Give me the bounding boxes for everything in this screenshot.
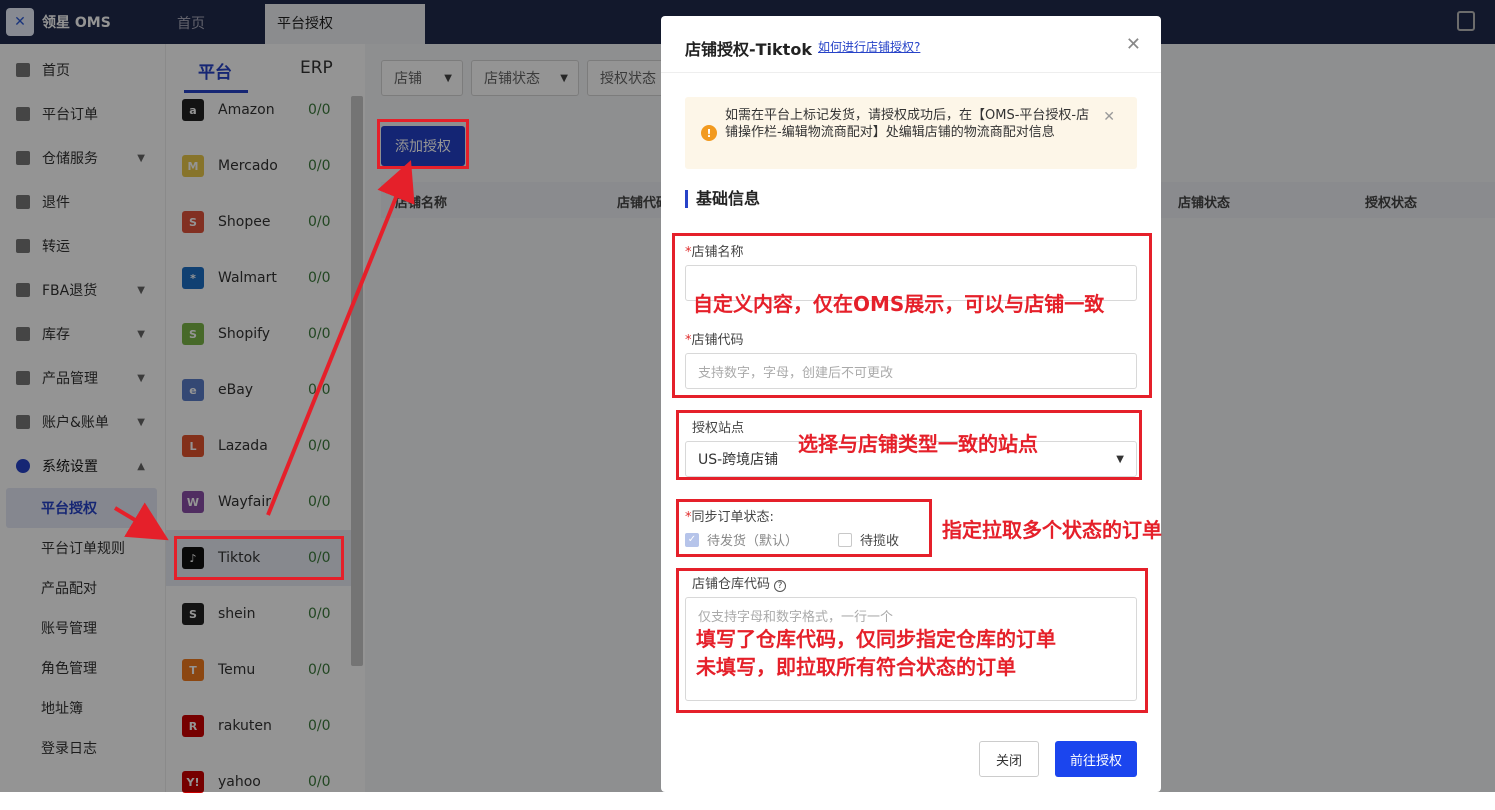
warning-icon: ! bbox=[701, 125, 717, 141]
alert-close-icon[interactable]: ✕ bbox=[1103, 109, 1115, 125]
note-store-name: 自定义内容，仅在OMS展示，可以与店铺一致 bbox=[693, 292, 1105, 316]
note-warehouse-2: 未填写，即拉取所有符合状态的订单 bbox=[696, 655, 1016, 679]
arrow-to-tiktok bbox=[113, 502, 169, 541]
modal-title: 店铺授权-Tiktok bbox=[685, 40, 812, 59]
note-site: 选择与店铺类型一致的站点 bbox=[798, 432, 1038, 456]
highlight-sync-status bbox=[676, 499, 932, 557]
alert-text: 如需在平台上标记发货，请授权成功后，在【OMS-平台授权-店铺操作栏-编辑物流商… bbox=[725, 108, 1090, 140]
alert-banner: ! 如需在平台上标记发货，请授权成功后，在【OMS-平台授权-店铺操作栏-编辑物… bbox=[685, 97, 1137, 169]
go-authorize-button[interactable]: 前往授权 bbox=[1055, 741, 1137, 777]
help-link[interactable]: 如何进行店铺授权? bbox=[818, 38, 920, 55]
close-icon[interactable]: ✕ bbox=[1126, 34, 1141, 55]
note-warehouse-1: 填写了仓库代码，仅同步指定仓库的订单 bbox=[696, 627, 1056, 651]
close-button[interactable]: 关闭 bbox=[979, 741, 1039, 777]
arrow-to-add-button bbox=[266, 160, 415, 516]
note-sync-status: 指定拉取多个状态的订单 bbox=[942, 518, 1162, 542]
divider bbox=[661, 72, 1161, 73]
section-title: 基础信息 bbox=[685, 190, 760, 208]
